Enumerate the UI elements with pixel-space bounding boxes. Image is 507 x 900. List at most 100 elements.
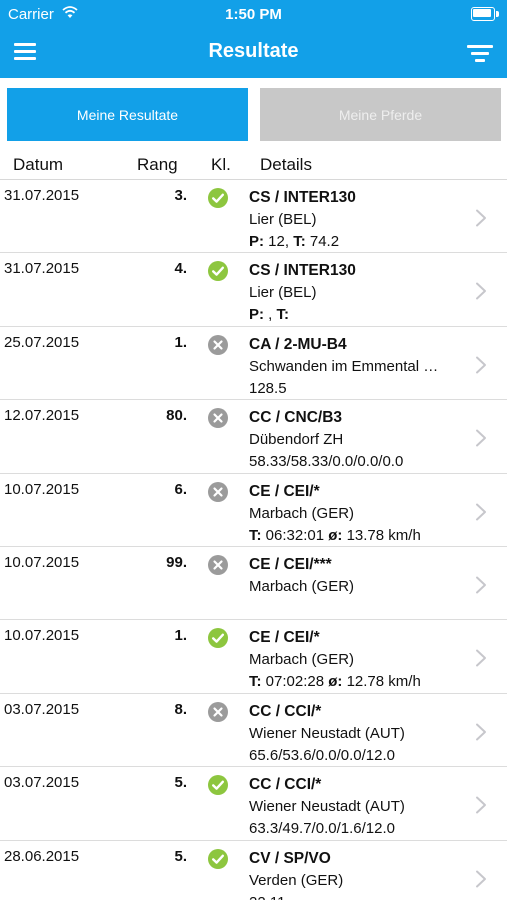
- result-place: Marbach (GER): [249, 504, 355, 522]
- result-place: Wiener Neustadt (AUT): [249, 798, 405, 816]
- table-header: Datum Rang Kl. Details: [0, 150, 507, 180]
- result-extra: T: 07:02:28 ø: 12.78 km/h: [249, 671, 469, 692]
- chevron-right-icon: [476, 503, 486, 521]
- result-date: 10.07.2015: [4, 553, 80, 571]
- filter-icon[interactable]: [467, 43, 493, 63]
- check-icon: [208, 775, 228, 796]
- result-extra: 22.11: [249, 892, 469, 900]
- results-list: 31.07.2015 3. CS / INTER130 Lier (BEL) P: 12…: [0, 180, 507, 900]
- result-date: 31.07.2015: [4, 260, 80, 278]
- result-details: CC / CCI/* Wiener Neustadt (AUT) 65.6/53.6…: [249, 700, 469, 766]
- extra-value: 58.33/58.33/0.0/0.0/0.0: [249, 453, 404, 471]
- table-row[interactable]: 12.07.2015 80. CC / CNC/B3 Dübendorf ZH 58.3…: [0, 400, 507, 474]
- result-category: CE / CEI/*: [249, 482, 320, 500]
- column-header-details[interactable]: Details: [260, 155, 312, 175]
- extra-value: 07:02:28: [261, 673, 329, 691]
- table-row[interactable]: 25.07.2015 1. CA / 2-MU-B4 Schwanden im Emm…: [0, 327, 507, 401]
- extra-value: 12,: [264, 233, 294, 250]
- result-place: Lier (BEL): [249, 284, 317, 302]
- table-row[interactable]: 03.07.2015 5. CC / CCI/* Wiener Neustadt (A…: [0, 767, 507, 841]
- result-details: CS / INTER130 Lier (BEL) P: 12, T: 74.2: [249, 186, 469, 252]
- extra-label: T:: [249, 673, 262, 691]
- result-rank: 1.: [174, 627, 187, 645]
- result-category: CS / INTER130: [249, 262, 356, 280]
- x-icon: [208, 554, 228, 575]
- column-header-datum[interactable]: Datum: [13, 155, 63, 175]
- extra-value: 22.11: [249, 894, 285, 900]
- result-extra: 58.33/58.33/0.0/0.0/0.0: [249, 451, 469, 472]
- table-row[interactable]: 10.07.2015 99. CE / CEI/*** Marbach (GER): [0, 547, 507, 621]
- x-icon: [208, 701, 228, 722]
- result-details: CV / SP/VO Verden (GER) 22.11: [249, 847, 469, 900]
- result-rank: 3.: [174, 187, 187, 204]
- battery-icon: [471, 7, 499, 21]
- x-icon: [208, 334, 228, 355]
- extra-label: T:: [249, 526, 262, 544]
- extra-value: 65.6/53.6/0.0/0.0/12.0: [249, 746, 395, 764]
- extra-label: P:: [249, 306, 264, 324]
- table-row[interactable]: 31.07.2015 4. CS / INTER130 Lier (BEL) P: , …: [0, 253, 507, 327]
- extra-label: T:: [276, 306, 290, 324]
- result-category: CC / CCI/*: [249, 776, 322, 794]
- result-category: CE / CEI/***: [249, 555, 332, 573]
- tab-meine-resultate[interactable]: Meine Resultate: [7, 88, 248, 141]
- check-icon: [208, 628, 228, 649]
- result-rank: 5.: [174, 847, 187, 865]
- chevron-right-icon: [476, 796, 486, 814]
- result-extra: P: , T:: [249, 304, 469, 325]
- extra-label: T:: [293, 233, 306, 250]
- check-icon: [208, 848, 228, 869]
- result-rank: 80.: [166, 407, 187, 425]
- result-category: CS / INTER130: [249, 189, 356, 206]
- tab-meine-pferde[interactable]: Meine Pferde: [260, 88, 501, 141]
- table-row[interactable]: 28.06.2015 5. CV / SP/VO Verden (GER) 22.11: [0, 841, 507, 900]
- result-rank: 1.: [174, 333, 187, 351]
- column-header-kl[interactable]: Kl.: [211, 155, 231, 175]
- column-header-rang[interactable]: Rang: [137, 155, 178, 175]
- result-extra: T: 06:32:01 ø: 13.78 km/h: [249, 525, 469, 546]
- chevron-right-icon: [476, 576, 486, 594]
- extra-label: ø:: [328, 673, 343, 691]
- chevron-right-icon: [476, 870, 486, 888]
- result-category: CC / CCI/*: [249, 702, 322, 720]
- result-date: 10.07.2015: [4, 627, 80, 645]
- result-extra: P: 12, T: 74.2: [249, 231, 469, 252]
- table-row[interactable]: 31.07.2015 3. CS / INTER130 Lier (BEL) P: 12…: [0, 180, 507, 254]
- extra-value: 06:32:01: [261, 526, 329, 544]
- result-date: 03.07.2015: [4, 700, 80, 718]
- result-extra: 65.6/53.6/0.0/0.0/12.0: [249, 745, 469, 766]
- result-category: CA / 2-MU-B4: [249, 335, 347, 353]
- result-place: Marbach (GER): [249, 577, 355, 595]
- chevron-right-icon: [476, 356, 486, 374]
- result-rank: 6.: [174, 480, 187, 498]
- extra-value: 74.2: [305, 233, 340, 250]
- result-rank: 4.: [174, 260, 187, 278]
- result-category: CV / SP/VO: [249, 849, 331, 867]
- result-rank: 99.: [166, 553, 187, 571]
- extra-value: 63.3/49.7/0.0/1.6/12.0: [249, 820, 395, 838]
- status-bar: Carrier 1:50 PM: [0, 0, 507, 28]
- result-place: Schwanden im Emmental …: [249, 357, 439, 375]
- result-details: CC / CNC/B3 Dübendorf ZH 58.33/58.33/0.0/0…: [249, 406, 469, 472]
- chevron-right-icon: [476, 649, 486, 667]
- result-details: CE / CEI/*** Marbach (GER): [249, 553, 469, 598]
- extra-value: 13.78 km/h: [342, 526, 421, 544]
- result-details: CE / CEI/* Marbach (GER) T: 07:02:28 ø: 12…: [249, 626, 469, 692]
- result-place: Verden (GER): [249, 871, 344, 889]
- result-date: 12.07.2015: [4, 407, 80, 425]
- clock: 1:50 PM: [225, 6, 282, 23]
- result-date: 25.07.2015: [4, 333, 80, 351]
- extra-value: 128.5: [249, 379, 287, 397]
- table-row[interactable]: 10.07.2015 6. CE / CEI/* Marbach (GER) T: 06…: [0, 474, 507, 547]
- check-icon: [208, 261, 228, 282]
- result-rank: 5.: [174, 774, 187, 792]
- result-details: CC / CCI/* Wiener Neustadt (AUT) 63.3/49.7…: [249, 773, 469, 839]
- result-date: 28.06.2015: [4, 847, 80, 865]
- table-row[interactable]: 10.07.2015 1. CE / CEI/* Marbach (GER) T: 07…: [0, 620, 507, 694]
- result-date: 03.07.2015: [4, 774, 80, 792]
- chevron-right-icon: [476, 282, 486, 300]
- chevron-right-icon: [476, 429, 486, 447]
- result-extra: 63.3/49.7/0.0/1.6/12.0: [249, 818, 469, 839]
- table-row[interactable]: 03.07.2015 8. CC / CCI/* Wiener Neustadt (A…: [0, 694, 507, 768]
- extra-label: ø:: [328, 526, 343, 544]
